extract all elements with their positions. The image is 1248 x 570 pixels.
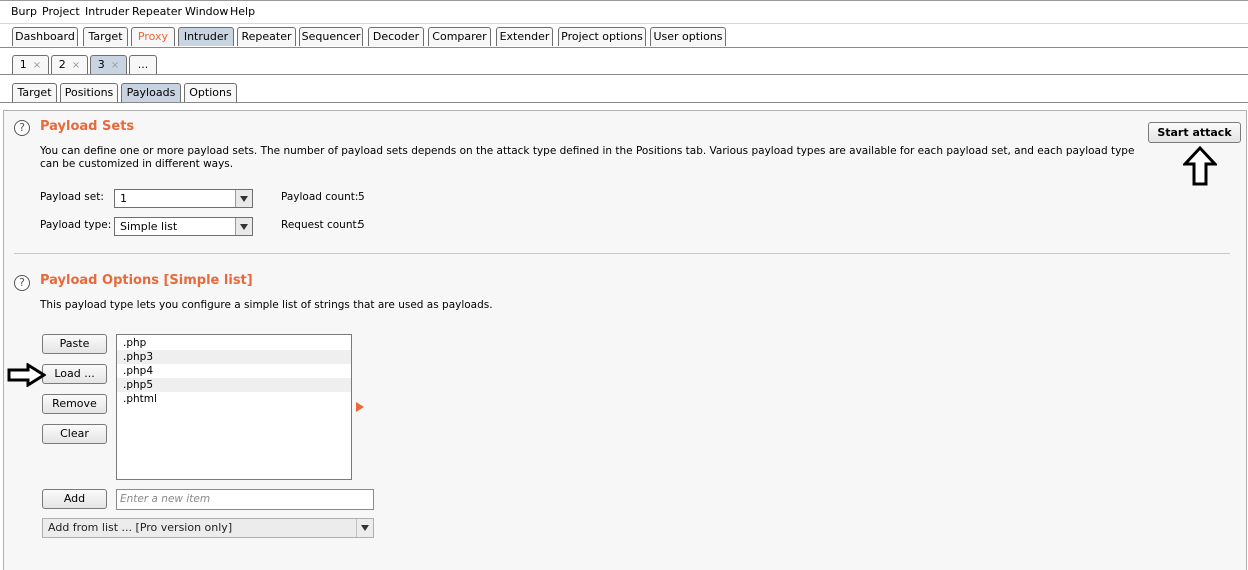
- tab-repeater[interactable]: Repeater: [237, 27, 296, 46]
- add-from-list-value: Add from list ... [Pro version only]: [48, 521, 233, 534]
- payload-type-label: Payload type:: [40, 219, 112, 231]
- payload-set-label: Payload set:: [40, 191, 104, 203]
- add-from-list-select[interactable]: Add from list ... [Pro version only]: [42, 518, 374, 538]
- payload-sets-description: You can define one or more payload sets.…: [40, 145, 1135, 170]
- list-item[interactable]: .php5: [117, 378, 351, 392]
- menu-burp[interactable]: Burp: [11, 5, 37, 18]
- tab-proxy[interactable]: Proxy: [131, 27, 175, 46]
- up-arrow-icon: [1183, 146, 1217, 186]
- close-icon[interactable]: ×: [33, 60, 41, 71]
- close-icon[interactable]: ×: [72, 60, 80, 71]
- section-divider: [14, 253, 1230, 254]
- payload-type-select[interactable]: Simple list: [114, 217, 253, 236]
- intruder-sub-tab-bar: Target Positions Payloads Options: [0, 82, 1248, 103]
- splitter-arrow-icon[interactable]: [356, 402, 365, 412]
- new-item-input[interactable]: Enter a new item: [116, 489, 374, 510]
- menu-window[interactable]: Window: [185, 5, 228, 18]
- load-button[interactable]: Load ...: [42, 364, 107, 384]
- tab-target[interactable]: Target: [83, 27, 128, 46]
- menu-bar: Burp Project Intruder Repeater Window He…: [0, 0, 1248, 24]
- menu-repeater[interactable]: Repeater: [132, 5, 182, 18]
- tab-intruder[interactable]: Intruder: [178, 27, 234, 46]
- subtab-payloads[interactable]: Payloads: [121, 83, 181, 102]
- attack-tab-label: 1: [19, 58, 27, 71]
- subtab-options[interactable]: Options: [184, 83, 237, 102]
- close-icon[interactable]: ×: [111, 60, 119, 71]
- payload-options-title: Payload Options [Simple list]: [40, 273, 253, 288]
- start-attack-button[interactable]: Start attack: [1148, 122, 1241, 143]
- tab-dashboard[interactable]: Dashboard: [12, 27, 78, 46]
- main-tab-bar: Dashboard Target Proxy Intruder Repeater…: [0, 26, 1248, 48]
- subtab-positions[interactable]: Positions: [60, 83, 118, 102]
- payload-set-select[interactable]: 1: [114, 189, 253, 208]
- chevron-down-icon[interactable]: [356, 519, 373, 537]
- payload-set-value: 1: [120, 192, 127, 205]
- payload-list[interactable]: .php .php3 .php4 .php5 .phtml: [116, 334, 352, 480]
- payload-sets-title: Payload Sets: [40, 119, 135, 134]
- attack-tab-3[interactable]: 3 ×: [90, 55, 127, 74]
- help-icon[interactable]: ?: [14, 120, 30, 136]
- payload-count-label: Payload count:: [281, 191, 359, 203]
- list-item[interactable]: .phtml: [117, 392, 351, 406]
- menu-project[interactable]: Project: [42, 5, 80, 18]
- tab-sequencer[interactable]: Sequencer: [299, 27, 363, 46]
- add-button[interactable]: Add: [42, 489, 107, 509]
- attack-tab-1[interactable]: 1 ×: [12, 55, 49, 74]
- list-item[interactable]: .php3: [117, 350, 351, 364]
- remove-button[interactable]: Remove: [42, 394, 107, 414]
- attack-tab-new[interactable]: ...: [129, 55, 157, 74]
- attack-tab-label: 2: [58, 58, 66, 71]
- request-count-label: Request count:: [281, 219, 361, 231]
- list-item[interactable]: .php4: [117, 364, 351, 378]
- tab-decoder[interactable]: Decoder: [368, 27, 424, 46]
- payload-options-description: This payload type lets you configure a s…: [40, 299, 493, 311]
- tab-user-options[interactable]: User options: [650, 27, 726, 46]
- request-count-value: 5: [358, 219, 365, 231]
- attack-tab-label: 3: [97, 58, 105, 71]
- new-tab-label: ...: [137, 58, 149, 71]
- chevron-down-icon[interactable]: [235, 190, 252, 207]
- attack-tab-2[interactable]: 2 ×: [51, 55, 88, 74]
- tab-comparer[interactable]: Comparer: [428, 27, 491, 46]
- right-arrow-icon: [7, 363, 46, 387]
- menu-help[interactable]: Help: [230, 5, 255, 18]
- menu-intruder[interactable]: Intruder: [85, 5, 129, 18]
- paste-button[interactable]: Paste: [42, 334, 107, 354]
- tab-project-options[interactable]: Project options: [558, 27, 646, 46]
- clear-button[interactable]: Clear: [42, 424, 107, 444]
- payload-count-value: 5: [358, 191, 365, 203]
- chevron-down-icon[interactable]: [235, 218, 252, 235]
- help-icon[interactable]: ?: [14, 275, 30, 291]
- list-item[interactable]: .php: [117, 336, 351, 350]
- tab-extender[interactable]: Extender: [496, 27, 553, 46]
- subtab-target[interactable]: Target: [12, 83, 57, 102]
- payload-type-value: Simple list: [120, 220, 178, 233]
- attack-tab-bar: 1 × 2 × 3 × ...: [0, 54, 1248, 75]
